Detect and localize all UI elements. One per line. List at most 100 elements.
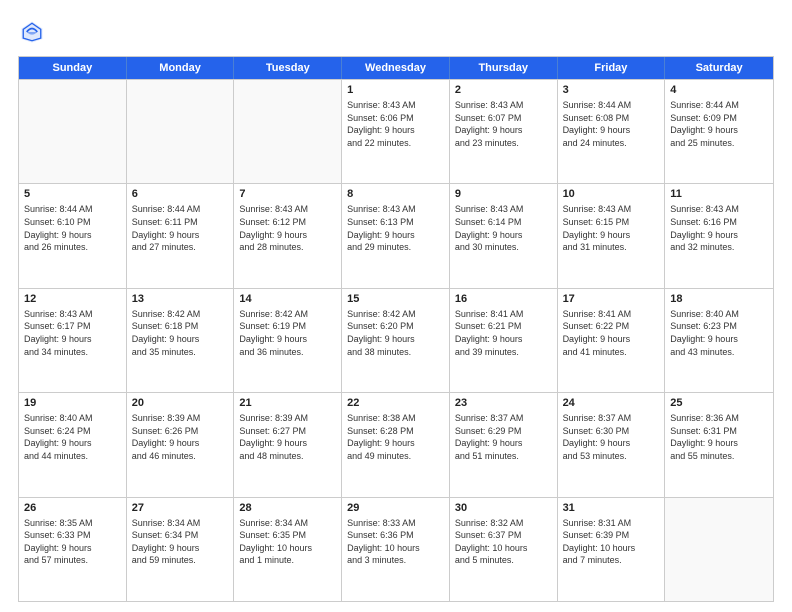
cell-info: Sunrise: 8:31 AM Sunset: 6:39 PM Dayligh…	[563, 517, 660, 567]
day-number: 12	[24, 293, 121, 305]
cell-info: Sunrise: 8:44 AM Sunset: 6:10 PM Dayligh…	[24, 203, 121, 253]
cell-info: Sunrise: 8:33 AM Sunset: 6:36 PM Dayligh…	[347, 517, 444, 567]
calendar-row: 26 Sunrise: 8:35 AM Sunset: 6:33 PM Dayli…	[19, 497, 773, 601]
calendar-cell: 27 Sunrise: 8:34 AM Sunset: 6:34 PM Dayli…	[127, 498, 235, 601]
day-number: 9	[455, 188, 552, 200]
cell-info: Sunrise: 8:44 AM Sunset: 6:09 PM Dayligh…	[670, 99, 768, 149]
calendar-cell: 6Sunrise: 8:44 AM Sunset: 6:11 PM Daylig…	[127, 184, 235, 287]
calendar-cell: 23Sunrise: 8:37 AM Sunset: 6:29 PM Dayli…	[450, 393, 558, 496]
cell-info: Sunrise: 8:39 AM Sunset: 6:26 PM Dayligh…	[132, 412, 229, 462]
cell-info: Sunrise: 8:44 AM Sunset: 6:08 PM Dayligh…	[563, 99, 660, 149]
cell-info: Sunrise: 8:41 AM Sunset: 6:21 PM Dayligh…	[455, 308, 552, 358]
calendar-cell: 13 Sunrise: 8:42 AM Sunset: 6:18 PM Dayli…	[127, 289, 235, 392]
day-number: 3	[563, 84, 660, 96]
calendar-cell: 12 Sunrise: 8:43 AM Sunset: 6:17 PM Dayli…	[19, 289, 127, 392]
day-number: 5	[24, 188, 121, 200]
calendar-cell: 11Sunrise: 8:43 AM Sunset: 6:16 PM Dayli…	[665, 184, 773, 287]
logo	[18, 18, 50, 46]
calendar-row: 19Sunrise: 8:40 AM Sunset: 6:24 PM Dayli…	[19, 392, 773, 496]
weekday-header: Tuesday	[234, 57, 342, 79]
day-number: 21	[239, 397, 336, 409]
calendar-cell	[127, 80, 235, 183]
cell-info: Sunrise: 8:40 AM Sunset: 6:24 PM Dayligh…	[24, 412, 121, 462]
calendar-cell	[19, 80, 127, 183]
calendar-cell: 21 Sunrise: 8:39 AM Sunset: 6:27 PM Dayli…	[234, 393, 342, 496]
calendar-cell: 28Sunrise: 8:34 AM Sunset: 6:35 PM Dayli…	[234, 498, 342, 601]
day-number: 20	[132, 397, 229, 409]
day-number: 2	[455, 84, 552, 96]
calendar-body: 1 Sunrise: 8:43 AM Sunset: 6:06 PM Daylig…	[19, 79, 773, 601]
day-number: 11	[670, 188, 768, 200]
day-number: 27	[132, 502, 229, 514]
calendar-cell: 15 Sunrise: 8:42 AM Sunset: 6:20 PM Dayli…	[342, 289, 450, 392]
weekday-header: Monday	[127, 57, 235, 79]
cell-info: Sunrise: 8:35 AM Sunset: 6:33 PM Dayligh…	[24, 517, 121, 567]
calendar-row: 1 Sunrise: 8:43 AM Sunset: 6:06 PM Daylig…	[19, 79, 773, 183]
calendar-cell: 16 Sunrise: 8:41 AM Sunset: 6:21 PM Dayli…	[450, 289, 558, 392]
day-number: 16	[455, 293, 552, 305]
cell-info: Sunrise: 8:43 AM Sunset: 6:07 PM Dayligh…	[455, 99, 552, 149]
day-number: 13	[132, 293, 229, 305]
calendar-cell: 17 Sunrise: 8:41 AM Sunset: 6:22 PM Dayli…	[558, 289, 666, 392]
day-number: 1	[347, 84, 444, 96]
calendar-cell: 3 Sunrise: 8:44 AM Sunset: 6:08 PM Daylig…	[558, 80, 666, 183]
cell-info: Sunrise: 8:34 AM Sunset: 6:35 PM Dayligh…	[239, 517, 336, 567]
cell-info: Sunrise: 8:43 AM Sunset: 6:17 PM Dayligh…	[24, 308, 121, 358]
calendar-cell: 26 Sunrise: 8:35 AM Sunset: 6:33 PM Dayli…	[19, 498, 127, 601]
cell-info: Sunrise: 8:42 AM Sunset: 6:20 PM Dayligh…	[347, 308, 444, 358]
calendar-row: 5 Sunrise: 8:44 AM Sunset: 6:10 PM Daylig…	[19, 183, 773, 287]
page: SundayMondayTuesdayWednesdayThursdayFrid…	[0, 0, 792, 612]
day-number: 29	[347, 502, 444, 514]
logo-icon	[18, 18, 46, 46]
day-number: 6	[132, 188, 229, 200]
cell-info: Sunrise: 8:43 AM Sunset: 6:14 PM Dayligh…	[455, 203, 552, 253]
calendar-cell: 18 Sunrise: 8:40 AM Sunset: 6:23 PM Dayli…	[665, 289, 773, 392]
cell-info: Sunrise: 8:43 AM Sunset: 6:12 PM Dayligh…	[239, 203, 336, 253]
cell-info: Sunrise: 8:43 AM Sunset: 6:06 PM Dayligh…	[347, 99, 444, 149]
calendar-cell: 29 Sunrise: 8:33 AM Sunset: 6:36 PM Dayli…	[342, 498, 450, 601]
day-number: 24	[563, 397, 660, 409]
calendar-cell: 20 Sunrise: 8:39 AM Sunset: 6:26 PM Dayli…	[127, 393, 235, 496]
calendar-cell: 30Sunrise: 8:32 AM Sunset: 6:37 PM Dayli…	[450, 498, 558, 601]
cell-info: Sunrise: 8:39 AM Sunset: 6:27 PM Dayligh…	[239, 412, 336, 462]
cell-info: Sunrise: 8:40 AM Sunset: 6:23 PM Dayligh…	[670, 308, 768, 358]
calendar-cell	[234, 80, 342, 183]
cell-info: Sunrise: 8:36 AM Sunset: 6:31 PM Dayligh…	[670, 412, 768, 462]
calendar-header: SundayMondayTuesdayWednesdayThursdayFrid…	[19, 57, 773, 79]
weekday-header: Saturday	[665, 57, 773, 79]
calendar-cell: 1 Sunrise: 8:43 AM Sunset: 6:06 PM Daylig…	[342, 80, 450, 183]
calendar-cell: 4 Sunrise: 8:44 AM Sunset: 6:09 PM Daylig…	[665, 80, 773, 183]
calendar-cell: 5 Sunrise: 8:44 AM Sunset: 6:10 PM Daylig…	[19, 184, 127, 287]
day-number: 25	[670, 397, 768, 409]
cell-info: Sunrise: 8:42 AM Sunset: 6:18 PM Dayligh…	[132, 308, 229, 358]
cell-info: Sunrise: 8:37 AM Sunset: 6:29 PM Dayligh…	[455, 412, 552, 462]
header	[18, 18, 774, 46]
cell-info: Sunrise: 8:37 AM Sunset: 6:30 PM Dayligh…	[563, 412, 660, 462]
cell-info: Sunrise: 8:34 AM Sunset: 6:34 PM Dayligh…	[132, 517, 229, 567]
day-number: 18	[670, 293, 768, 305]
calendar-cell: 19Sunrise: 8:40 AM Sunset: 6:24 PM Dayli…	[19, 393, 127, 496]
weekday-header: Wednesday	[342, 57, 450, 79]
day-number: 26	[24, 502, 121, 514]
day-number: 4	[670, 84, 768, 96]
day-number: 17	[563, 293, 660, 305]
day-number: 15	[347, 293, 444, 305]
calendar-cell: 7 Sunrise: 8:43 AM Sunset: 6:12 PM Daylig…	[234, 184, 342, 287]
calendar-cell: 10Sunrise: 8:43 AM Sunset: 6:15 PM Dayli…	[558, 184, 666, 287]
calendar: SundayMondayTuesdayWednesdayThursdayFrid…	[18, 56, 774, 602]
day-number: 7	[239, 188, 336, 200]
calendar-cell: 31Sunrise: 8:31 AM Sunset: 6:39 PM Dayli…	[558, 498, 666, 601]
weekday-header: Sunday	[19, 57, 127, 79]
cell-info: Sunrise: 8:42 AM Sunset: 6:19 PM Dayligh…	[239, 308, 336, 358]
calendar-cell: 8Sunrise: 8:43 AM Sunset: 6:13 PM Daylig…	[342, 184, 450, 287]
calendar-cell: 14Sunrise: 8:42 AM Sunset: 6:19 PM Dayli…	[234, 289, 342, 392]
calendar-cell: 25 Sunrise: 8:36 AM Sunset: 6:31 PM Dayli…	[665, 393, 773, 496]
calendar-cell: 22 Sunrise: 8:38 AM Sunset: 6:28 PM Dayli…	[342, 393, 450, 496]
cell-info: Sunrise: 8:38 AM Sunset: 6:28 PM Dayligh…	[347, 412, 444, 462]
cell-info: Sunrise: 8:43 AM Sunset: 6:13 PM Dayligh…	[347, 203, 444, 253]
calendar-cell: 9 Sunrise: 8:43 AM Sunset: 6:14 PM Daylig…	[450, 184, 558, 287]
cell-info: Sunrise: 8:43 AM Sunset: 6:15 PM Dayligh…	[563, 203, 660, 253]
day-number: 22	[347, 397, 444, 409]
cell-info: Sunrise: 8:41 AM Sunset: 6:22 PM Dayligh…	[563, 308, 660, 358]
day-number: 30	[455, 502, 552, 514]
